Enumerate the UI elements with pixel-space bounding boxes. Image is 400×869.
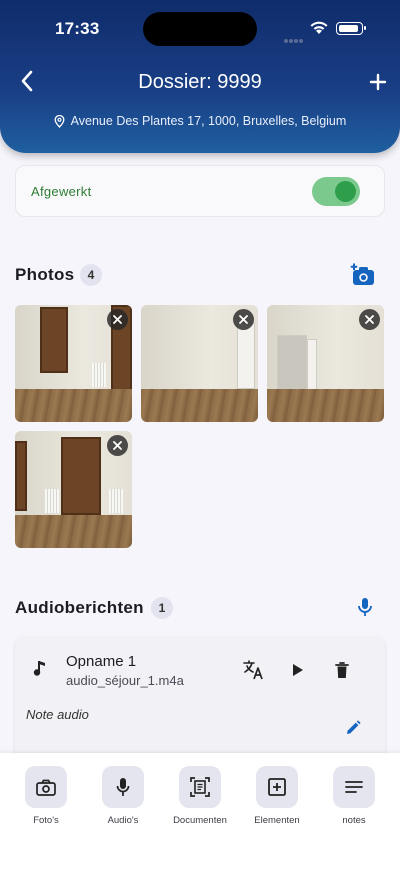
photo-doorway [277,335,307,393]
add-button[interactable] [364,68,392,96]
translate-icon [243,660,263,680]
delete-audio-button[interactable] [330,658,354,682]
photo-door [237,323,255,389]
nav-notes-label: notes [342,815,366,826]
photo-radiator [109,489,123,513]
music-note-icon [33,661,45,676]
remove-photo-button[interactable] [107,435,128,456]
nav-documents-label: Documenten [173,815,227,826]
audio-item-filename: audio_séjour_1.m4a [66,673,184,688]
plus-icon [369,73,387,91]
nav-audios-label: Audio's [107,815,139,826]
close-icon [113,315,122,324]
close-icon [113,441,122,450]
address-row: Avenue Des Plantes 17, 1000, Bruxelles, … [0,114,400,128]
camera-icon [36,779,56,796]
battery-icon [336,22,366,35]
audio-item-name: Opname 1 [66,653,137,670]
page-title: Dossier: 9999 [138,71,262,93]
play-button[interactable] [286,658,310,682]
photo-floor [15,389,132,422]
remove-photo-button[interactable] [359,309,380,330]
close-icon [239,315,248,324]
mic-icon [116,778,130,796]
photos-section-title: Photos [15,265,75,284]
add-box-icon [268,778,286,796]
photo-door [307,339,317,393]
status-bar: 17:33 [0,0,400,58]
close-icon [365,315,374,324]
audio-section-title: Audioberichten [15,598,144,617]
photo-floor [141,389,258,422]
nav-audios-icon-box [102,766,144,808]
location-pin-icon [54,114,65,128]
photo-thumbnail[interactable] [15,305,132,422]
completion-toggle[interactable] [312,177,360,206]
photos-count-badge: 4 [80,264,102,286]
status-time: 17:33 [55,19,100,38]
nav-photos-label: Foto's [33,815,59,826]
nav-notes[interactable]: notes [318,766,390,826]
remove-photo-button[interactable] [233,309,254,330]
nav-elements-label: Elementen [254,815,300,826]
audio-count-badge: 1 [151,597,173,619]
nav-photos[interactable]: Foto's [10,766,82,826]
nav-photos-icon-box [25,766,67,808]
photo-window [40,307,68,373]
app-header: 17:33 Dossier: 9999 Avenue Des Plantes 1… [0,0,400,153]
dynamic-island [143,12,257,46]
nav-documents-icon-box [179,766,221,808]
remove-photo-button[interactable] [107,309,128,330]
photo-radiator [92,363,106,387]
completion-label: Afgewerkt [31,184,92,199]
cellular-signal-icon [284,30,304,48]
wifi-icon [310,21,328,34]
record-audio-icon[interactable] [356,597,374,617]
address-text: Avenue Des Plantes 17, 1000, Bruxelles, … [70,114,347,128]
audio-item-note: Note audio [26,707,89,722]
translate-button[interactable] [242,658,266,682]
document-scan-icon [190,777,210,797]
edit-note-icon[interactable] [344,719,362,737]
photo-radiator [45,489,59,513]
photo-thumbnail[interactable] [267,305,384,422]
photo-door [61,437,101,515]
photo-thumbnail[interactable] [141,305,258,422]
nav-documents[interactable]: Documenten [164,766,236,826]
add-photo-icon[interactable] [350,263,376,287]
toggle-knob [335,181,356,202]
completion-card: Afgewerkt [15,165,385,217]
photo-floor [15,515,132,548]
nav-notes-icon-box [333,766,375,808]
nav-elements[interactable]: Elementen [241,766,313,826]
photo-thumbnail[interactable] [15,431,132,548]
photo-window [15,441,27,511]
play-icon [293,664,303,676]
bottom-navigation: Foto's Audio's Documenten Elementen note… [0,753,400,869]
notes-icon [345,781,363,793]
audio-item-card: Opname 1 audio_séjour_1.m4a Note audio [15,637,385,767]
nav-audios[interactable]: Audio's [87,766,159,826]
photo-floor [267,389,384,422]
trash-icon [335,661,349,678]
nav-elements-icon-box [256,766,298,808]
